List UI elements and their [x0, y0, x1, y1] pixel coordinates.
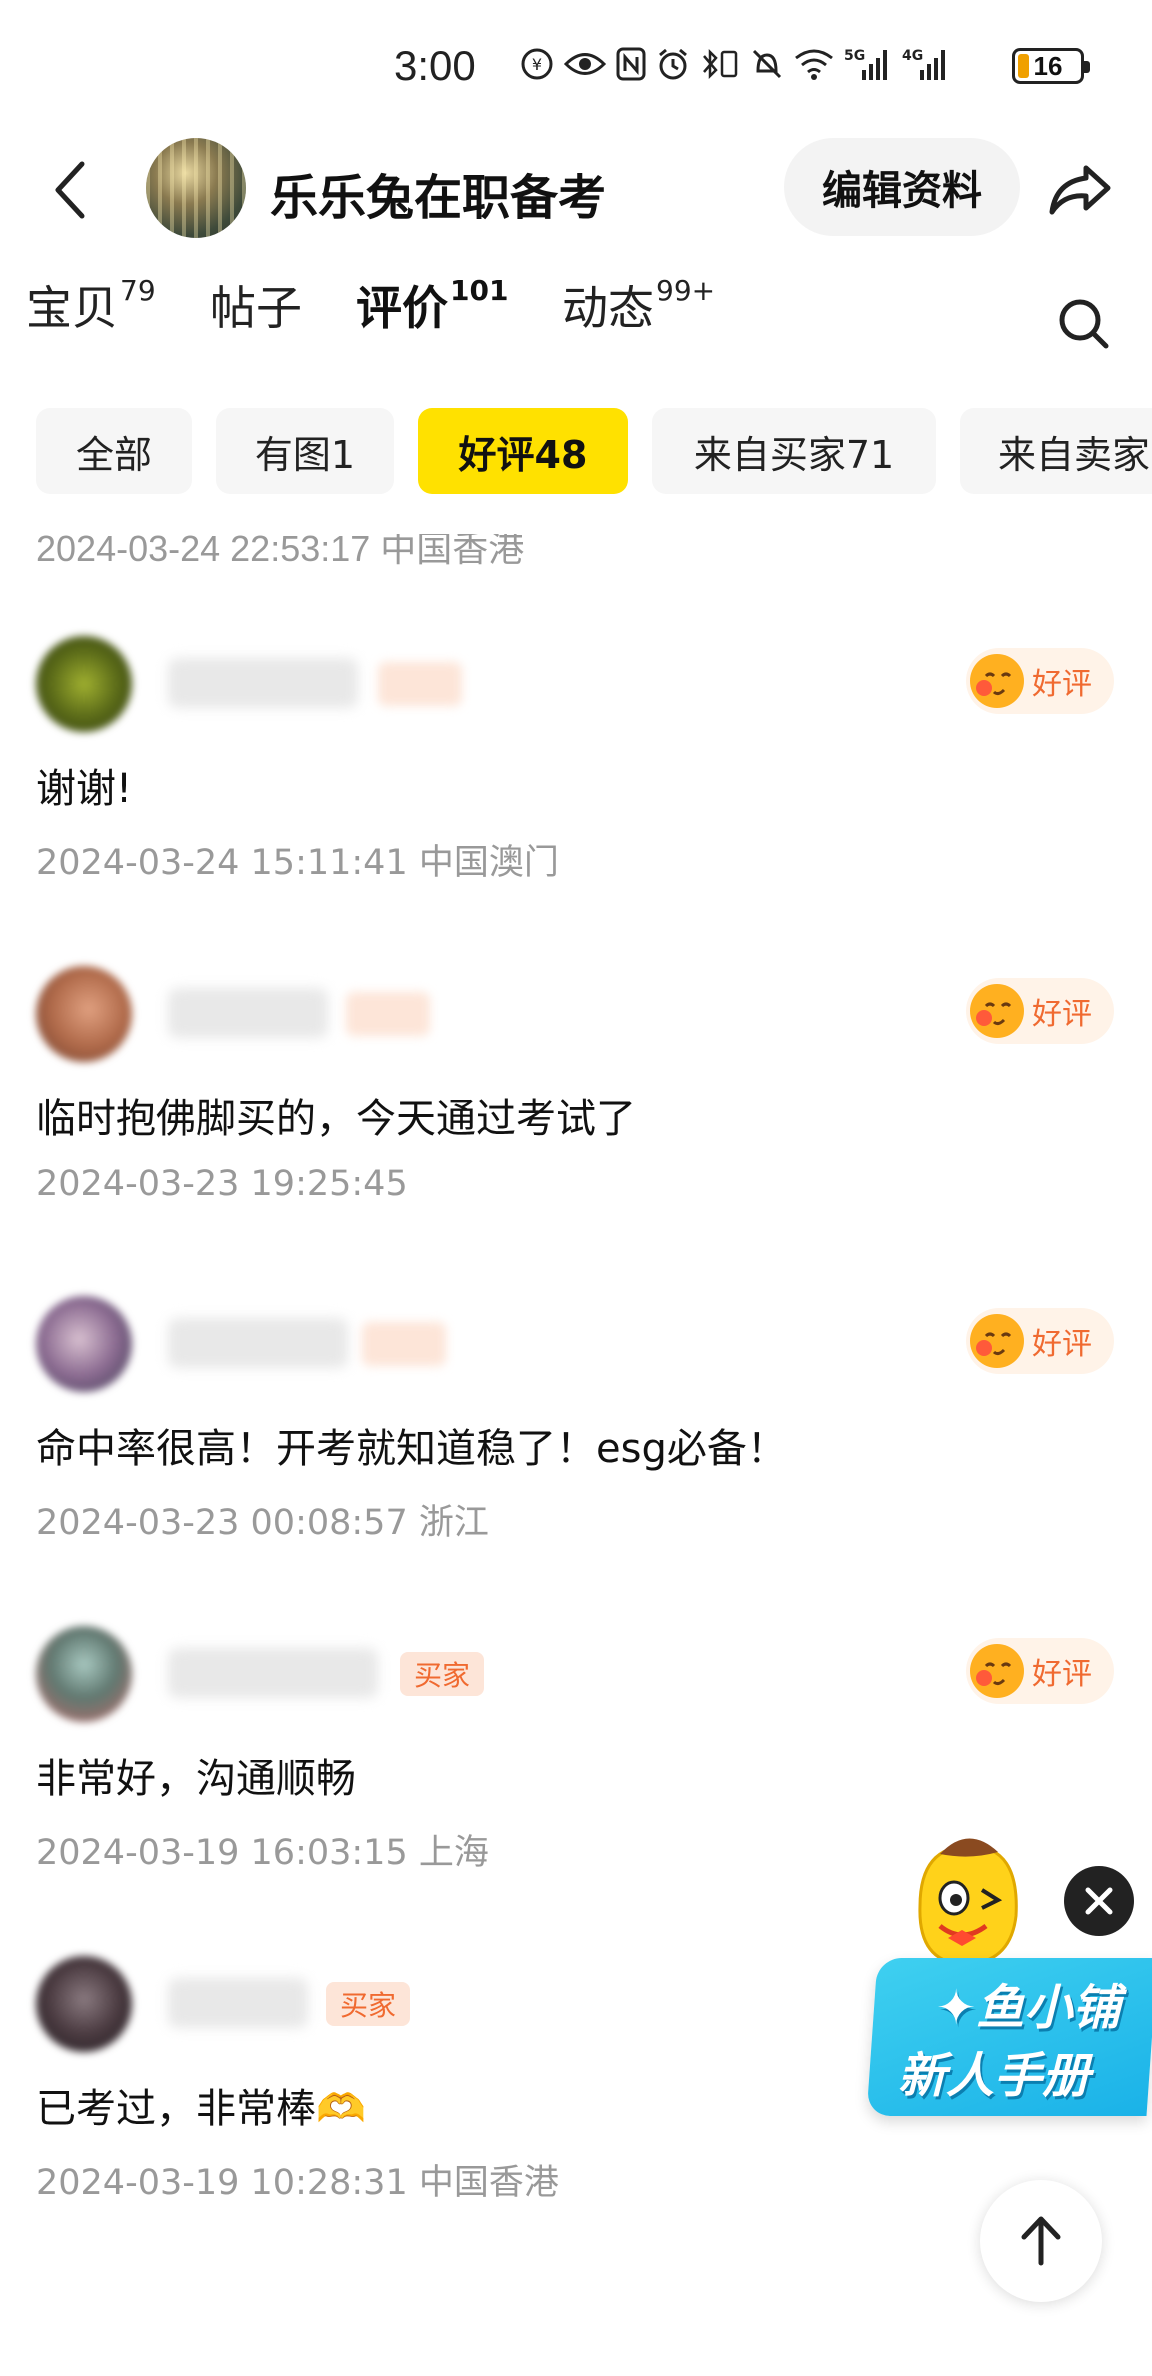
user-badge: [362, 1322, 446, 1366]
smile-face-icon: [970, 1644, 1024, 1698]
rating-label: 好评: [1032, 1327, 1092, 1362]
arrow-up-icon: [1021, 2216, 1061, 2266]
chip-with-image[interactable]: 有图1: [216, 408, 394, 494]
promo-close-button[interactable]: [1064, 1866, 1134, 1936]
nfc-icon: [616, 44, 646, 84]
review-item: 好评 谢谢! 2024-03-24 15:11:41 中国澳门: [0, 636, 1152, 956]
review-item: 好评 命中率很高！开考就知道稳了！esg必备！ 2024-03-23 00:08…: [0, 1296, 1152, 1616]
rating-badge: 好评: [966, 1308, 1114, 1374]
status-bar: 3:00 ¥ 5G 4G 16: [0, 0, 1152, 130]
tab-items[interactable]: 宝贝79: [26, 272, 156, 338]
battery-level: 16: [1033, 51, 1063, 81]
smile-face-icon: [970, 1314, 1024, 1368]
review-meta: 2024-03-24 15:11:41 中国澳门: [36, 843, 559, 883]
rating-label: 好评: [1032, 1657, 1092, 1692]
svg-text:5G: 5G: [844, 48, 865, 64]
promo-widget[interactable]: ✦鱼小铺 新人手册: [866, 1826, 1152, 2116]
eye-icon: [564, 44, 606, 84]
rating-badge: 好评: [966, 1638, 1114, 1704]
rating-label: 好评: [1032, 997, 1092, 1032]
review-meta: 2024-03-19 10:28:31 中国香港: [36, 2163, 559, 2203]
status-time: 3:00: [394, 42, 476, 89]
username-blurred[interactable]: [168, 988, 328, 1038]
user-badge: [346, 992, 430, 1036]
promo-title: ✦鱼小铺: [936, 1980, 1121, 2036]
back-button[interactable]: [40, 150, 100, 230]
signal-4g-icon: 4G: [902, 44, 950, 84]
review-meta: 2024-03-24 22:53:17 中国香港: [36, 528, 525, 569]
back-to-top-button[interactable]: [980, 2180, 1102, 2302]
rating-badge: 好评: [966, 978, 1114, 1044]
edit-profile-button[interactable]: 编辑资料: [784, 138, 1020, 236]
review-item: 好评 临时抱佛脚买的，今天通过考试了 2024-03-23 19:25:45: [0, 966, 1152, 1286]
tab-count: 101: [450, 273, 509, 307]
mute-icon: [750, 44, 784, 84]
username-blurred[interactable]: [168, 658, 358, 708]
review-content: 临时抱佛脚买的，今天通过考试了: [36, 1096, 636, 1142]
tab-reviews[interactable]: 评价101: [356, 272, 509, 344]
tab-bar: 宝贝79 帖子 评价101 动态99+: [0, 272, 1152, 372]
smile-face-icon: [970, 654, 1024, 708]
chip-all[interactable]: 全部: [36, 408, 192, 494]
avatar[interactable]: [36, 1626, 132, 1722]
rating-badge: 好评: [966, 648, 1114, 714]
user-badge: 买家: [400, 1652, 484, 1696]
mascot-icon: [918, 1838, 1018, 1966]
tab-label: 评价: [356, 281, 448, 335]
bluetooth-vibrate-icon: [700, 44, 740, 84]
rating-label: 好评: [1032, 667, 1092, 702]
tab-count: 99+: [656, 273, 716, 307]
review-meta: 2024-03-23 19:25:45: [36, 1164, 408, 1204]
promo-subtitle: 新人手册: [898, 2048, 1091, 2104]
username-blurred[interactable]: [168, 1318, 348, 1368]
smile-face-icon: [970, 984, 1024, 1038]
review-content: 谢谢!: [36, 766, 133, 812]
share-button[interactable]: [1040, 150, 1120, 230]
review-meta: 2024-03-19 16:03:15 上海: [36, 1833, 489, 1873]
alarm-icon: [656, 44, 690, 84]
tab-posts[interactable]: 帖子: [210, 272, 302, 338]
chip-from-seller[interactable]: 来自卖家: [960, 408, 1152, 494]
review-content: 已考过，非常棒🫶: [36, 2086, 366, 2132]
tab-label: 帖子: [210, 281, 302, 335]
avatar[interactable]: [36, 1296, 132, 1392]
review-content: 非常好，沟通顺畅: [36, 1756, 356, 1802]
avatar[interactable]: [36, 1956, 132, 2052]
avatar[interactable]: [36, 636, 132, 732]
signal-5g-icon: 5G: [844, 44, 892, 84]
tab-activity[interactable]: 动态99+: [562, 272, 715, 338]
close-icon: [1085, 1887, 1113, 1915]
battery-indicator: 16: [1012, 48, 1090, 84]
avatar[interactable]: [36, 966, 132, 1062]
status-icons: ¥ 5G 4G: [520, 44, 950, 84]
svg-text:¥: ¥: [532, 55, 542, 74]
search-icon: [1059, 299, 1109, 349]
battery-tip: [1084, 61, 1090, 73]
user-badge: 买家: [326, 1982, 410, 2026]
search-button[interactable]: [1052, 292, 1116, 356]
review-meta: 2024-03-23 00:08:57 浙江: [36, 1503, 489, 1543]
svg-text:4G: 4G: [902, 48, 923, 64]
tab-label: 动态: [562, 281, 654, 335]
tab-label: 宝贝: [26, 281, 118, 335]
profile-header: 乐乐兔在职备考 编辑资料: [0, 130, 1152, 250]
username-blurred[interactable]: [168, 1978, 308, 2028]
chevron-left-icon: [55, 161, 85, 219]
share-icon: [1049, 165, 1111, 215]
chip-positive[interactable]: 好评48: [418, 408, 628, 494]
review-content: 命中率很高！开考就知道稳了！esg必备！: [36, 1426, 787, 1472]
user-badge: [378, 662, 462, 706]
filter-chips: 全部 有图1 好评48 来自买家71 来自卖家: [0, 408, 1152, 496]
username-blurred[interactable]: [168, 1648, 378, 1698]
nfc-pay-icon: ¥: [520, 44, 554, 84]
tab-count: 79: [120, 273, 156, 307]
chip-from-buyer[interactable]: 来自买家71: [652, 408, 936, 494]
shop-name: 乐乐兔在职备考: [270, 170, 607, 226]
shop-avatar[interactable]: [146, 138, 246, 238]
wifi-icon: [794, 44, 834, 84]
